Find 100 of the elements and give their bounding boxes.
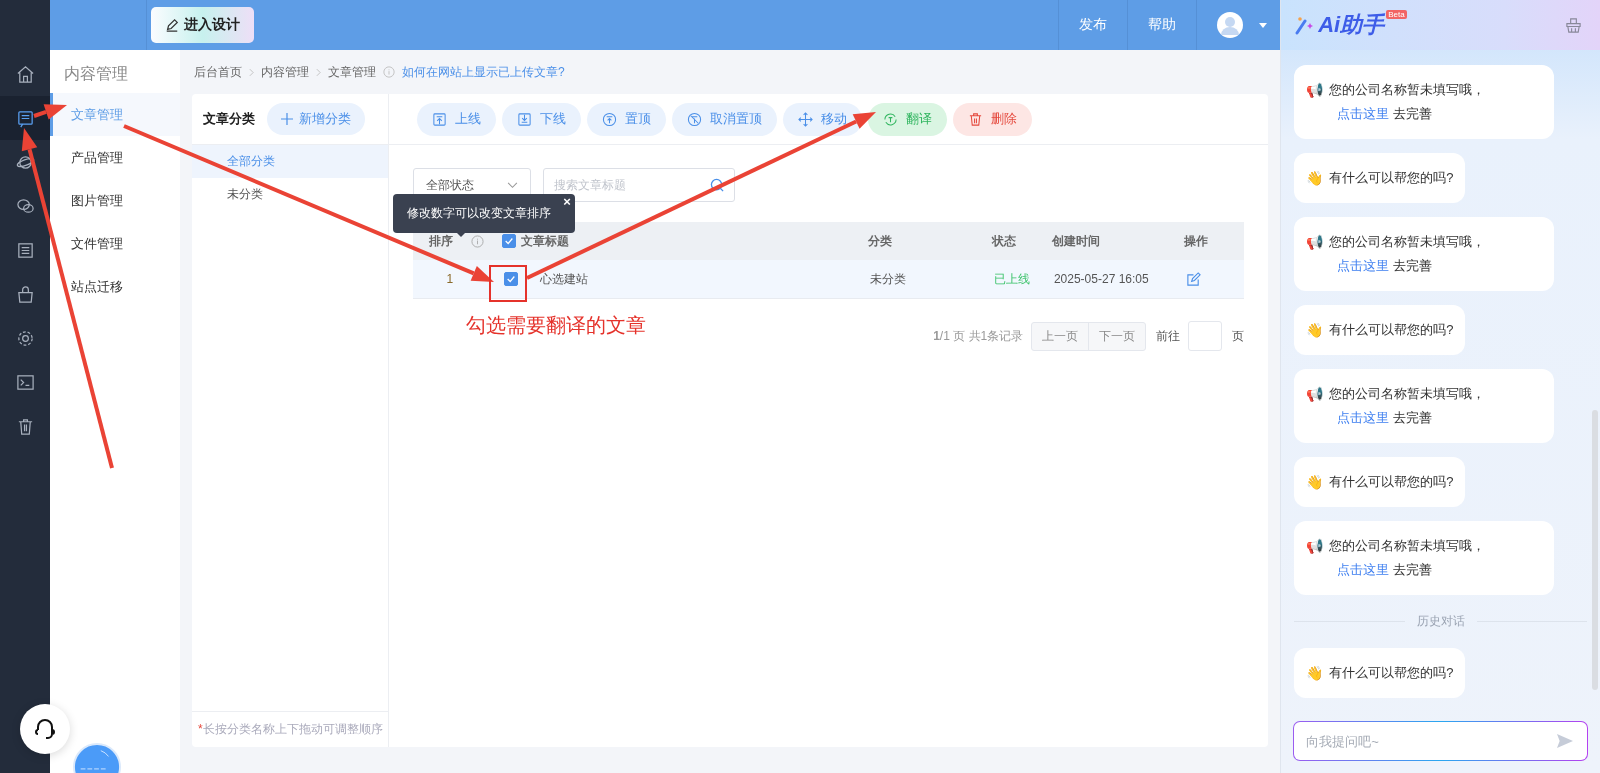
complete-link[interactable]: 点击这里 [1337, 106, 1390, 121]
category-item[interactable]: 全部分类 [191, 145, 388, 178]
next-page-button[interactable]: 下一页 [1088, 322, 1146, 350]
home-icon [15, 64, 35, 84]
waving-hand-icon: 👋 [1306, 318, 1324, 342]
help-link[interactable]: 如何在网站上显示已上传文章? [401, 63, 565, 81]
settings-icon [15, 328, 35, 348]
edit-icon[interactable] [1185, 271, 1201, 287]
translate-icon [882, 111, 898, 127]
page-summary: 1/1 页 共1条记录 [933, 327, 1024, 345]
terminal-icon [15, 372, 35, 392]
toolbar-button[interactable]: 上线 [416, 102, 496, 136]
checkmark-icon [505, 274, 516, 284]
column-header: 操作 [1182, 232, 1209, 250]
table-cell-text: 未分类 [869, 270, 907, 288]
message-text: 您的公司名称暂未填写哦， 点击这里 去完善 [1329, 233, 1487, 275]
pencil-icon [165, 18, 179, 32]
message-text: 您的公司名称暂未填写哦， 点击这里 去完善 [1329, 385, 1487, 427]
message-text: 有什么可以帮您的吗? [1329, 321, 1454, 339]
headset-icon [33, 717, 57, 741]
page-unit-label: 页 [1232, 327, 1245, 345]
column-header: 文章标题 [520, 232, 569, 250]
waving-hand-icon: 👋 [1306, 470, 1324, 494]
megaphone-icon: 📢 [1306, 230, 1324, 254]
assistant-title: Ai助手 [1318, 15, 1385, 35]
design-button[interactable]: 进入设计 [151, 7, 254, 43]
section-title: 内容管理 [63, 64, 129, 84]
plus-icon [280, 113, 293, 125]
megaphone-icon: 📢 [1306, 534, 1324, 558]
message-text: 有什么可以帮您的吗? [1329, 664, 1454, 682]
megaphone-icon: 📢 [1306, 382, 1324, 406]
highlight-frame [489, 265, 527, 302]
message-text: 您的公司名称暂未填写哦， 点击这里 去完善 [1329, 537, 1487, 579]
info-icon [382, 66, 395, 78]
avatar-icon[interactable] [1217, 12, 1243, 38]
move-icon [797, 111, 813, 127]
complete-link[interactable]: 点击这里 [1337, 410, 1390, 425]
category-item[interactable]: 未分类 [191, 178, 388, 211]
nav-item[interactable] [0, 96, 50, 140]
scrollbar[interactable] [1592, 410, 1598, 690]
column-header: 排序 [428, 232, 453, 250]
info-icon [470, 234, 484, 248]
breadcrumb-link[interactable]: 内容管理 [260, 63, 309, 81]
table-row[interactable]: 1 心选建站 未分类 已上线 2025-05-27 16:05 [412, 260, 1245, 299]
breadcrumb-link[interactable]: 后台首页 [193, 63, 242, 81]
chat-input[interactable]: 向我提问吧~ [1293, 721, 1588, 761]
upload-icon [431, 111, 447, 127]
message-text: 有什么可以帮您的吗? [1329, 473, 1454, 491]
message-text: 有什么可以帮您的吗? [1329, 169, 1454, 187]
checkmark-icon [503, 236, 514, 246]
submenu-item[interactable]: 文件管理 [50, 222, 180, 265]
caret-icon[interactable] [1259, 22, 1267, 28]
list-icon [15, 240, 35, 260]
toolbar-button[interactable]: 置顶 [586, 102, 666, 136]
delete-button[interactable]: 删除 [952, 102, 1032, 136]
annotation-caption: 勾选需要翻译的文章 [466, 313, 646, 338]
prev-page-button[interactable]: 上一页 [1032, 322, 1089, 350]
waving-hand-icon: 👋 [1306, 166, 1324, 190]
trash-icon [967, 111, 983, 127]
beta-badge: Beta [1386, 10, 1407, 19]
submenu-item[interactable]: 产品管理 [50, 136, 180, 179]
chevron-icon [315, 67, 321, 77]
submenu-item[interactable]: 文章管理 [50, 93, 180, 136]
page-input[interactable] [1188, 321, 1223, 351]
waving-hand-icon: 👋 [1306, 661, 1324, 685]
goto-label: 前往 [1156, 327, 1181, 345]
document-icon [15, 108, 35, 128]
chevron-down-icon [506, 181, 518, 189]
checkbox[interactable] [503, 272, 518, 286]
chat-icon [15, 196, 35, 216]
unpin-icon [686, 111, 702, 127]
search-icon[interactable] [709, 178, 725, 193]
history-divider-label: 历史对话 [1416, 613, 1465, 630]
bag-icon [15, 284, 35, 304]
megaphone-icon: 📢 [1306, 78, 1324, 102]
complete-link[interactable]: 点击这里 [1337, 258, 1390, 273]
download-icon [516, 111, 532, 127]
toolbar-button[interactable]: 取消置顶 [671, 102, 777, 136]
chevron-icon [248, 67, 254, 77]
toolbar-button[interactable]: 下线 [501, 102, 581, 136]
pin-top-icon [601, 111, 617, 127]
table-cell: 心选建站 [539, 270, 588, 288]
table-cell-text: 2025-05-27 16:05 [1053, 272, 1150, 286]
status-text: 已上线 [993, 270, 1031, 288]
order-cell[interactable]: 1 [412, 272, 465, 286]
message-text: 您的公司名称暂未填写哦， 点击这里 去完善 [1329, 81, 1487, 123]
submenu-item[interactable]: 站点迁移 [50, 265, 180, 308]
panel-title: 文章分类 [202, 110, 255, 128]
column-header: 创建时间 [1051, 232, 1101, 250]
add-category-button[interactable]: 新增分类 [266, 103, 365, 135]
column-header: 分类 [867, 232, 893, 250]
hint-text: *长按分类名称上下拖动可调整顺序 [191, 711, 388, 747]
translate-button[interactable]: 翻译 [867, 102, 947, 136]
complete-link[interactable]: 点击这里 [1337, 562, 1390, 577]
toolbar-button[interactable]: 移动 [782, 102, 862, 136]
submenu-item[interactable]: 图片管理 [50, 179, 180, 222]
breadcrumb-link[interactable]: 文章管理 [327, 63, 376, 81]
checkbox[interactable] [501, 234, 516, 248]
annotation-arrow [33, 104, 67, 120]
column-header: 状态 [991, 232, 1017, 250]
